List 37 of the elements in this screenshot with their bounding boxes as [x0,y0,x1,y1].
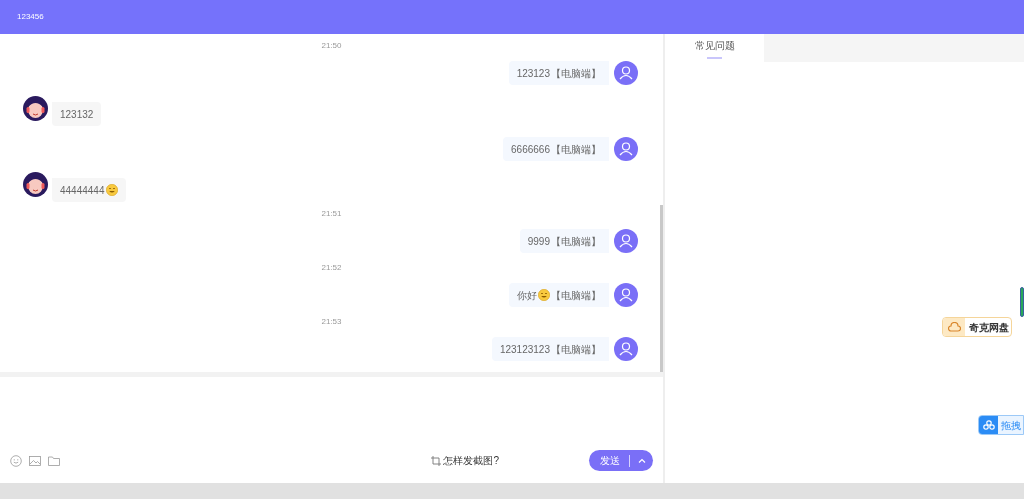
client-tag: 【电脑端】 [551,141,601,157]
client-tag: 【电脑端】 [551,341,601,357]
cloud-drive-widget[interactable]: 奇克网盘 [942,317,1012,337]
scrollbar-thumb[interactable] [660,205,663,372]
user-avatar [614,283,638,307]
client-tag: 【电脑端】 [551,287,601,303]
image-icon[interactable] [29,455,41,466]
timestamp: 21:51 [321,208,342,220]
message-text: 123132 [60,107,94,122]
cloud-icon [947,322,961,332]
folder-icon[interactable] [48,455,60,466]
timestamp: 21:53 [321,316,342,328]
screenshot-help-link[interactable]: 怎样发截图? [431,453,499,468]
message-text: 9999 [527,234,550,249]
agent-avatar [23,172,48,197]
user-avatar [614,137,638,161]
chevron-up-icon [637,458,646,463]
share-icon [982,420,995,430]
widget-label: 拖拽 [1000,418,1021,433]
message-text: 你好 [517,288,537,303]
user-avatar [614,337,638,361]
timestamp: 21:52 [321,262,342,274]
header-title: 123456 [17,11,44,23]
crop-icon [431,455,442,466]
user-avatar [614,61,638,85]
user-avatar [614,229,638,253]
message-text: 123123123 [499,342,550,357]
client-tag: 【电脑端】 [551,65,601,81]
client-tag: 【电脑端】 [551,233,601,249]
message-text: 44444444 [60,183,105,198]
message-text: 123123 [516,66,550,81]
timestamp: 21:50 [321,40,342,52]
side-handle[interactable] [1020,287,1024,317]
emoji-icon[interactable] [10,454,22,467]
message-text: 6666666 [511,142,550,157]
agent-avatar [23,96,48,121]
widget-label: 奇克网盘 [968,320,1009,335]
